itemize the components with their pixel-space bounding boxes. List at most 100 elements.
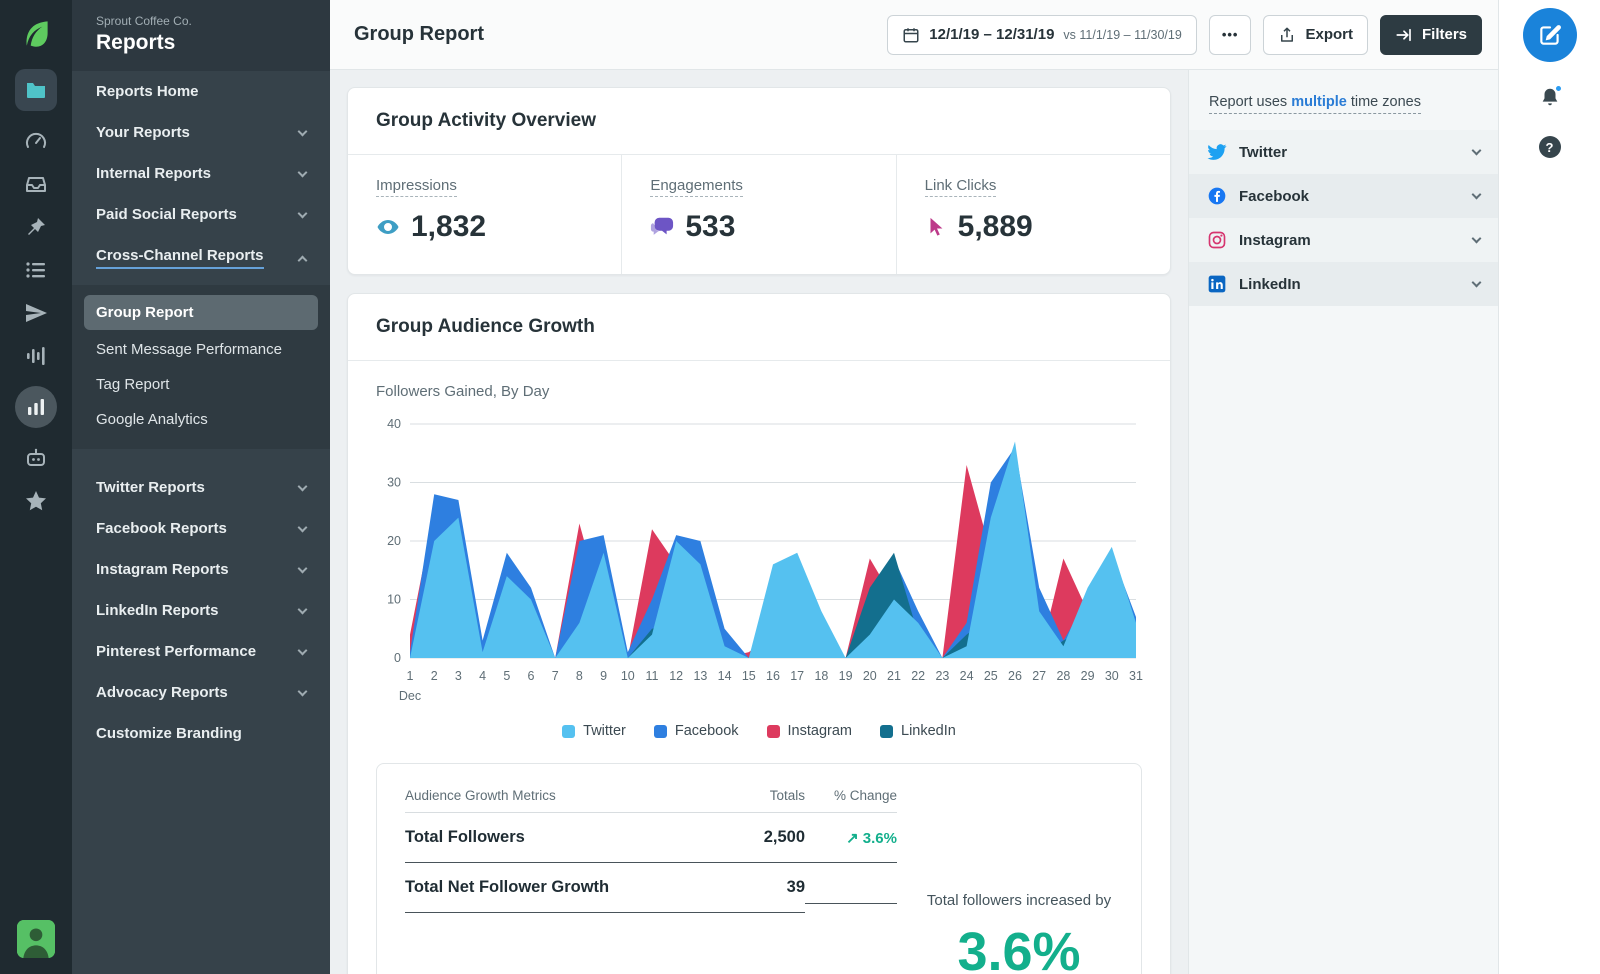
- send-plane-icon[interactable]: [23, 300, 49, 326]
- network-label: Instagram: [1239, 231, 1311, 249]
- legend-label: LinkedIn: [901, 723, 956, 739]
- sidebar-item-paid-social-reports[interactable]: Paid Social Reports: [72, 194, 330, 235]
- legend-swatch: [766, 724, 780, 738]
- sidebar-item-cross-channel-reports[interactable]: Cross-Channel Reports: [72, 235, 330, 281]
- sidebar-item-label: Cross-Channel Reports: [96, 247, 264, 269]
- bot-icon[interactable]: [23, 445, 49, 471]
- sidebar-item-linkedin-reports[interactable]: LinkedIn Reports: [72, 590, 330, 631]
- reports-folder-icon[interactable]: [15, 69, 57, 111]
- svg-text:13: 13: [693, 669, 707, 683]
- cursor-click-icon: [925, 216, 947, 238]
- pin-icon[interactable]: [23, 214, 49, 240]
- table-row-label: Total Followers: [405, 813, 685, 863]
- svg-text:7: 7: [552, 669, 559, 683]
- svg-text:15: 15: [742, 669, 756, 683]
- chevron-down-icon: [297, 167, 308, 177]
- svg-text:28: 28: [1056, 669, 1070, 683]
- group-activity-overview-card: Group Activity Overview Impressions 1,83…: [347, 87, 1171, 275]
- company-name: Sprout Coffee Co.: [96, 14, 192, 28]
- sidebar-item-twitter-reports[interactable]: Twitter Reports: [72, 467, 330, 508]
- table-header: Audience Growth Metrics: [405, 788, 685, 813]
- sidebar-lower-group: Twitter Reports Facebook Reports Instagr…: [72, 459, 330, 754]
- table-row-change: ↗ 3.6%: [805, 814, 897, 863]
- sidebar-subitem-tag-report[interactable]: Tag Report: [72, 367, 330, 402]
- growth-summary: Total followers increased by 3.6%: [897, 764, 1141, 974]
- sidebar-item-your-reports[interactable]: Your Reports: [72, 112, 330, 153]
- network-row-twitter[interactable]: Twitter: [1189, 130, 1498, 174]
- dashboard-gauge-icon[interactable]: [23, 128, 49, 154]
- compose-button[interactable]: [1522, 8, 1577, 62]
- linkedin-icon: [1207, 274, 1227, 294]
- card-title: Group Audience Growth: [348, 294, 1170, 361]
- more-options-button[interactable]: •••: [1208, 14, 1252, 55]
- calendar-icon: [903, 27, 919, 42]
- chevron-down-icon: [1471, 277, 1482, 288]
- legend-item-twitter[interactable]: Twitter: [562, 723, 626, 739]
- sidebar-item-instagram-reports[interactable]: Instagram Reports: [72, 549, 330, 590]
- network-label: Twitter: [1239, 143, 1288, 161]
- legend-item-facebook[interactable]: Facebook: [653, 723, 739, 739]
- table-row-label: Total Net Follower Growth: [405, 863, 685, 913]
- network-panel: Report uses multiple time zones Twitter …: [1188, 70, 1498, 974]
- export-button[interactable]: Export: [1263, 14, 1368, 55]
- notifications-bell-icon[interactable]: [1539, 84, 1563, 108]
- inbox-icon[interactable]: [23, 171, 49, 197]
- svg-text:40: 40: [387, 417, 401, 431]
- network-label: Facebook: [1239, 187, 1310, 205]
- svg-text:24: 24: [960, 669, 974, 683]
- sidebar-item-advocacy-reports[interactable]: Advocacy Reports: [72, 672, 330, 713]
- audience-growth-metrics-box: Audience Growth Metrics Totals % Change …: [376, 763, 1142, 974]
- sidebar-item-customize-branding[interactable]: Customize Branding: [72, 713, 330, 754]
- filters-label: Filters: [1421, 26, 1467, 43]
- svg-text:4: 4: [479, 669, 486, 683]
- card-title: Group Activity Overview: [348, 88, 1170, 155]
- svg-text:12: 12: [669, 669, 683, 683]
- listening-waves-icon[interactable]: [23, 343, 49, 369]
- legend-swatch: [880, 724, 894, 738]
- sidebar-subitem-sent-message-performance[interactable]: Sent Message Performance: [72, 332, 330, 367]
- page-title: Group Report: [354, 23, 484, 45]
- timezone-note-text: time zones: [1346, 94, 1421, 110]
- sidebar-item-facebook-reports[interactable]: Facebook Reports: [72, 508, 330, 549]
- filters-button[interactable]: Filters: [1379, 14, 1482, 55]
- sidebar-item-internal-reports[interactable]: Internal Reports: [72, 153, 330, 194]
- help-button[interactable]: ?: [1538, 136, 1561, 158]
- date-range-button[interactable]: 12/1/19 – 12/31/19 vs 11/1/19 – 11/30/19: [887, 14, 1197, 55]
- timezone-note-text: Report uses: [1209, 94, 1292, 110]
- svg-text:30: 30: [1105, 669, 1119, 683]
- metric-label[interactable]: Impressions: [376, 177, 457, 197]
- sidebar-header: Sprout Coffee Co. Reports: [72, 0, 330, 71]
- sidebar-item-pinterest-performance[interactable]: Pinterest Performance: [72, 631, 330, 672]
- sidebar-item-label: LinkedIn Reports: [96, 602, 219, 619]
- sidebar-subitem-google-analytics[interactable]: Google Analytics: [72, 402, 330, 437]
- chat-bubbles-icon: [650, 215, 674, 239]
- page-header: Group Report 12/1/19 – 12/31/19 vs 11/1/…: [330, 0, 1498, 70]
- svg-text:5: 5: [503, 669, 510, 683]
- list-icon[interactable]: [23, 257, 49, 283]
- svg-text:16: 16: [766, 669, 780, 683]
- legend-swatch: [653, 724, 667, 738]
- network-row-linkedin[interactable]: LinkedIn: [1189, 262, 1498, 306]
- network-row-facebook[interactable]: Facebook: [1189, 174, 1498, 218]
- sidebar-item-label: Your Reports: [96, 124, 190, 141]
- header-actions: 12/1/19 – 12/31/19 vs 11/1/19 – 11/30/19…: [887, 14, 1482, 55]
- network-row-instagram[interactable]: Instagram: [1189, 218, 1498, 262]
- svg-text:0: 0: [394, 651, 401, 665]
- timezone-multiple-link[interactable]: multiple: [1291, 94, 1347, 110]
- star-icon[interactable]: [23, 488, 49, 514]
- export-icon: [1281, 27, 1294, 42]
- sidebar-subitem-group-report[interactable]: Group Report: [84, 295, 318, 330]
- reports-bars-icon[interactable]: [15, 386, 57, 428]
- metric-label[interactable]: Link Clicks: [924, 177, 997, 197]
- sprout-logo-icon[interactable]: [17, 14, 55, 52]
- legend-item-linkedin[interactable]: LinkedIn: [880, 723, 956, 739]
- sidebar-item-reports-home[interactable]: Reports Home: [72, 71, 330, 112]
- table-row-change: [805, 873, 897, 904]
- legend-item-instagram[interactable]: Instagram: [766, 723, 852, 739]
- sidebar-title: Reports: [96, 31, 176, 54]
- audience-growth-table: Audience Growth Metrics Totals % Change …: [377, 764, 897, 974]
- facebook-icon: [1207, 186, 1227, 206]
- user-avatar[interactable]: [17, 920, 55, 958]
- metric-label[interactable]: Engagements: [650, 177, 743, 197]
- date-compare-label: vs 11/1/19 – 11/30/19: [1063, 27, 1182, 42]
